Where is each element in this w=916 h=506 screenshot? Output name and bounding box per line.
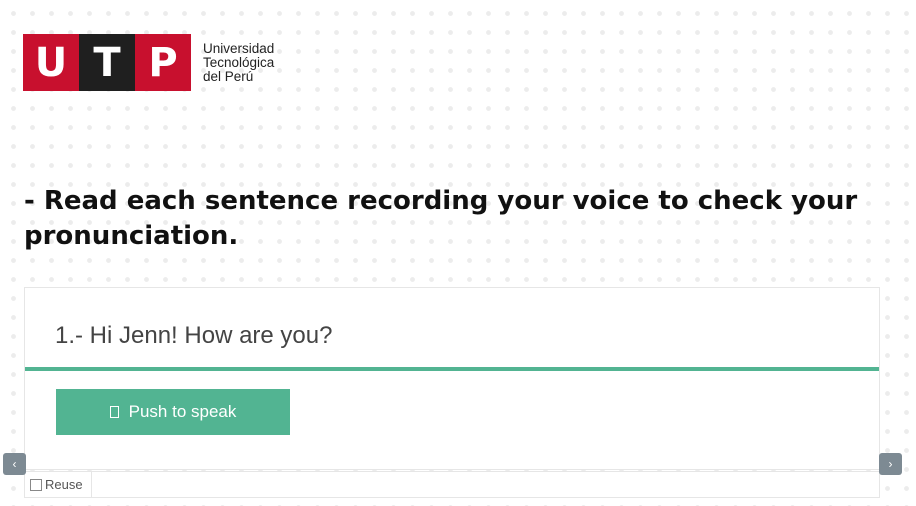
footer-divider: [91, 472, 92, 497]
chevron-right-icon: ›: [888, 457, 893, 471]
logo-wordmark: Universidad Tecnológica del Perú: [203, 40, 275, 84]
logo-line-2: Tecnológica: [203, 54, 275, 70]
reuse-toggle[interactable]: Reuse: [30, 472, 83, 497]
reuse-label: Reuse: [45, 477, 83, 492]
logo-line-1: Universidad: [203, 40, 275, 56]
exercise-card: 1.- Hi Jenn! How are you? Push to speak: [24, 287, 880, 470]
card-footer: Reuse: [24, 471, 880, 498]
logo-letter-p: P: [135, 34, 191, 91]
logo-mark: U T P: [23, 34, 191, 91]
exercise-sentence: 1.- Hi Jenn! How are you?: [55, 322, 333, 349]
reuse-checkbox[interactable]: [30, 478, 42, 491]
push-to-speak-button[interactable]: Push to speak: [56, 389, 290, 435]
previous-slide-button[interactable]: ‹: [3, 453, 26, 475]
next-slide-button[interactable]: ›: [879, 453, 902, 475]
logo-letter-u: U: [23, 34, 79, 91]
instruction-heading: - Read each sentence recording your voic…: [24, 186, 858, 251]
logo-letter-t: T: [79, 34, 135, 91]
chevron-left-icon: ‹: [12, 457, 17, 471]
sentence-divider: [25, 367, 879, 371]
push-to-speak-label: Push to speak: [128, 402, 237, 421]
logo-line-3: del Perú: [203, 68, 254, 84]
microphone-icon: [109, 406, 119, 418]
utp-logo: U T P Universidad Tecnológica del Perú: [23, 34, 274, 91]
